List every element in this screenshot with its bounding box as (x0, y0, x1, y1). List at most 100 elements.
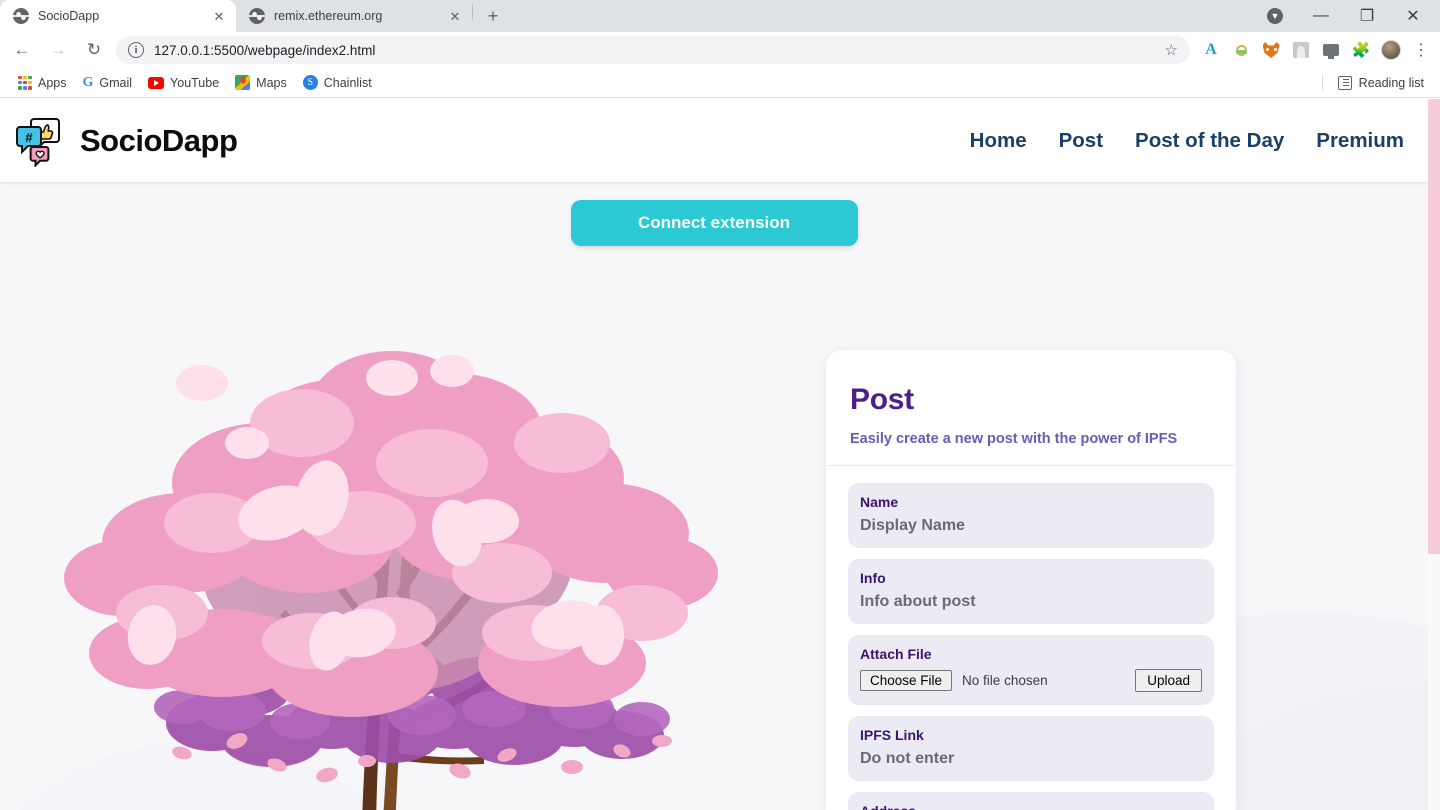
globe-icon (13, 8, 29, 24)
nav-link-post[interactable]: Post (1059, 129, 1103, 153)
back-icon[interactable]: ← (6, 34, 38, 66)
connect-button-container: Connect extension (0, 200, 1428, 246)
tab-divider (472, 4, 473, 20)
monitor-extension-icon[interactable] (1317, 36, 1345, 64)
connect-extension-button[interactable]: Connect extension (571, 200, 858, 246)
info-input[interactable] (860, 593, 1202, 611)
bookmark-youtube[interactable]: YouTube (140, 71, 227, 95)
gmail-icon: G (83, 76, 94, 90)
field-address: Address (848, 792, 1214, 810)
field-info: Info (848, 559, 1214, 624)
grammarly-icon[interactable]: A (1197, 36, 1225, 64)
url-text: 127.0.0.1:5500/webpage/index2.html (154, 43, 1155, 58)
minimize-button[interactable]: — (1298, 0, 1344, 32)
reading-list-icon (1338, 76, 1352, 90)
brand-name: SocioDapp (80, 123, 237, 159)
field-label: Info (860, 570, 1202, 586)
page-title: Post (850, 383, 1212, 417)
file-picker-row: Choose File No file chosen Upload (860, 669, 1202, 692)
maximize-button[interactable]: ❐ (1344, 0, 1390, 32)
field-ipfs-link: IPFS Link (848, 716, 1214, 781)
bookmark-label: Apps (38, 76, 67, 90)
field-name: Name (848, 483, 1214, 548)
svg-text:#: # (25, 130, 33, 145)
divider (1322, 75, 1323, 91)
chevron-down-icon: ▼ (1267, 8, 1283, 24)
browser-tab-remix[interactable]: remix.ethereum.org ✕ (236, 0, 472, 32)
close-window-button[interactable]: ✕ (1390, 0, 1436, 32)
browser-tab-sociodapp[interactable]: SocioDapp ✕ (0, 0, 236, 32)
chrome-menu-icon[interactable]: ⋮ (1407, 36, 1435, 64)
speech-bubbles-logo-icon: # (14, 115, 66, 167)
site-navigation: Home Post Post of the Day Premium (970, 129, 1404, 153)
bookmark-chainlist[interactable]: S Chainlist (295, 71, 380, 95)
ipfs-link-input[interactable] (860, 750, 1202, 768)
post-card-subtitle: Easily create a new post with the power … (850, 431, 1212, 447)
field-label: Attach File (860, 646, 1202, 662)
nav-link-premium[interactable]: Premium (1316, 129, 1404, 153)
metamask-fox-icon[interactable] (1257, 36, 1285, 64)
choose-file-button[interactable]: Choose File (860, 670, 952, 691)
post-card-header: Post Easily create a new post with the p… (826, 350, 1236, 465)
site-header: # SocioDapp Home Post Post of the Day Pr… (0, 99, 1440, 183)
field-attach-file: Attach File Choose File No file chosen U… (848, 635, 1214, 705)
scrollbar-thumb[interactable] (1428, 99, 1440, 554)
update-available-button[interactable]: ▼ (1252, 0, 1298, 32)
page-scrollbar[interactable] (1428, 99, 1440, 810)
maps-icon (235, 75, 250, 90)
bookmark-label: YouTube (170, 76, 219, 90)
apps-grid-icon (18, 76, 32, 90)
bookmark-gmail[interactable]: G Gmail (75, 71, 141, 95)
puzzle-extensions-icon[interactable]: 🧩 (1347, 36, 1375, 64)
page-content: Connect extension (0, 183, 1440, 810)
address-bar[interactable]: i 127.0.0.1:5500/webpage/index2.html ☆ (116, 36, 1190, 64)
reload-icon[interactable]: ↻ (78, 34, 110, 66)
bookmark-label: Chainlist (324, 76, 372, 90)
upload-button[interactable]: Upload (1135, 669, 1202, 692)
name-input[interactable] (860, 517, 1202, 535)
puzzle-glyph: 🧩 (1352, 41, 1371, 59)
nav-link-post-of-the-day[interactable]: Post of the Day (1135, 129, 1284, 153)
bookmark-apps[interactable]: Apps (10, 71, 75, 95)
bookmark-star-icon[interactable]: ☆ (1165, 41, 1178, 59)
monitor-glyph (1323, 44, 1339, 56)
no-file-chosen-label: No file chosen (962, 673, 1048, 688)
brand-logo[interactable]: # SocioDapp (14, 115, 237, 167)
cherry-blossom-tree-illustration (62, 323, 722, 810)
field-label: IPFS Link (860, 727, 1202, 743)
tab-strip: SocioDapp ✕ remix.ethereum.org ✕ + ▼ — ❐… (0, 0, 1440, 32)
tab-title: SocioDapp (38, 9, 202, 23)
profile-avatar[interactable] (1377, 36, 1405, 64)
page-viewport: # SocioDapp Home Post Post of the Day Pr… (0, 99, 1440, 810)
field-label: Address (860, 803, 1202, 810)
globe-icon (249, 8, 265, 24)
grammarly-glyph: A (1205, 41, 1217, 59)
site-info-icon[interactable]: i (128, 42, 144, 58)
forward-icon[interactable]: → (42, 34, 74, 66)
extension-icons: A 🧩 ⋮ (1196, 36, 1436, 64)
gray-portrait-extension-icon[interactable] (1287, 36, 1315, 64)
field-label: Name (860, 494, 1202, 510)
window-controls: ▼ — ❐ ✕ (1252, 0, 1440, 32)
reading-list-button[interactable]: Reading list (1322, 75, 1430, 91)
close-icon[interactable]: ✕ (447, 8, 463, 24)
bookmarks-bar: Apps G Gmail YouTube Maps S Chainlist Re… (0, 68, 1440, 98)
youtube-icon (148, 77, 164, 89)
bookmark-maps[interactable]: Maps (227, 71, 295, 95)
new-tab-button[interactable]: + (479, 2, 507, 30)
post-card: Post Easily create a new post with the p… (826, 350, 1236, 810)
bookmark-label: Gmail (99, 76, 132, 90)
fox-glyph (1263, 42, 1280, 58)
avatar-glyph (1381, 40, 1401, 60)
portrait-glyph (1293, 42, 1309, 58)
ring-extension-icon[interactable] (1227, 36, 1255, 64)
reading-list-label: Reading list (1359, 76, 1424, 90)
bookmark-label: Maps (256, 76, 287, 90)
kebab-glyph: ⋮ (1413, 40, 1429, 60)
ring-glyph (1236, 45, 1247, 56)
nav-link-home[interactable]: Home (970, 129, 1027, 153)
close-icon[interactable]: ✕ (211, 8, 227, 24)
browser-toolbar: ← → ↻ i 127.0.0.1:5500/webpage/index2.ht… (0, 32, 1440, 68)
tab-title: remix.ethereum.org (274, 9, 438, 23)
chainlist-icon: S (303, 75, 318, 90)
